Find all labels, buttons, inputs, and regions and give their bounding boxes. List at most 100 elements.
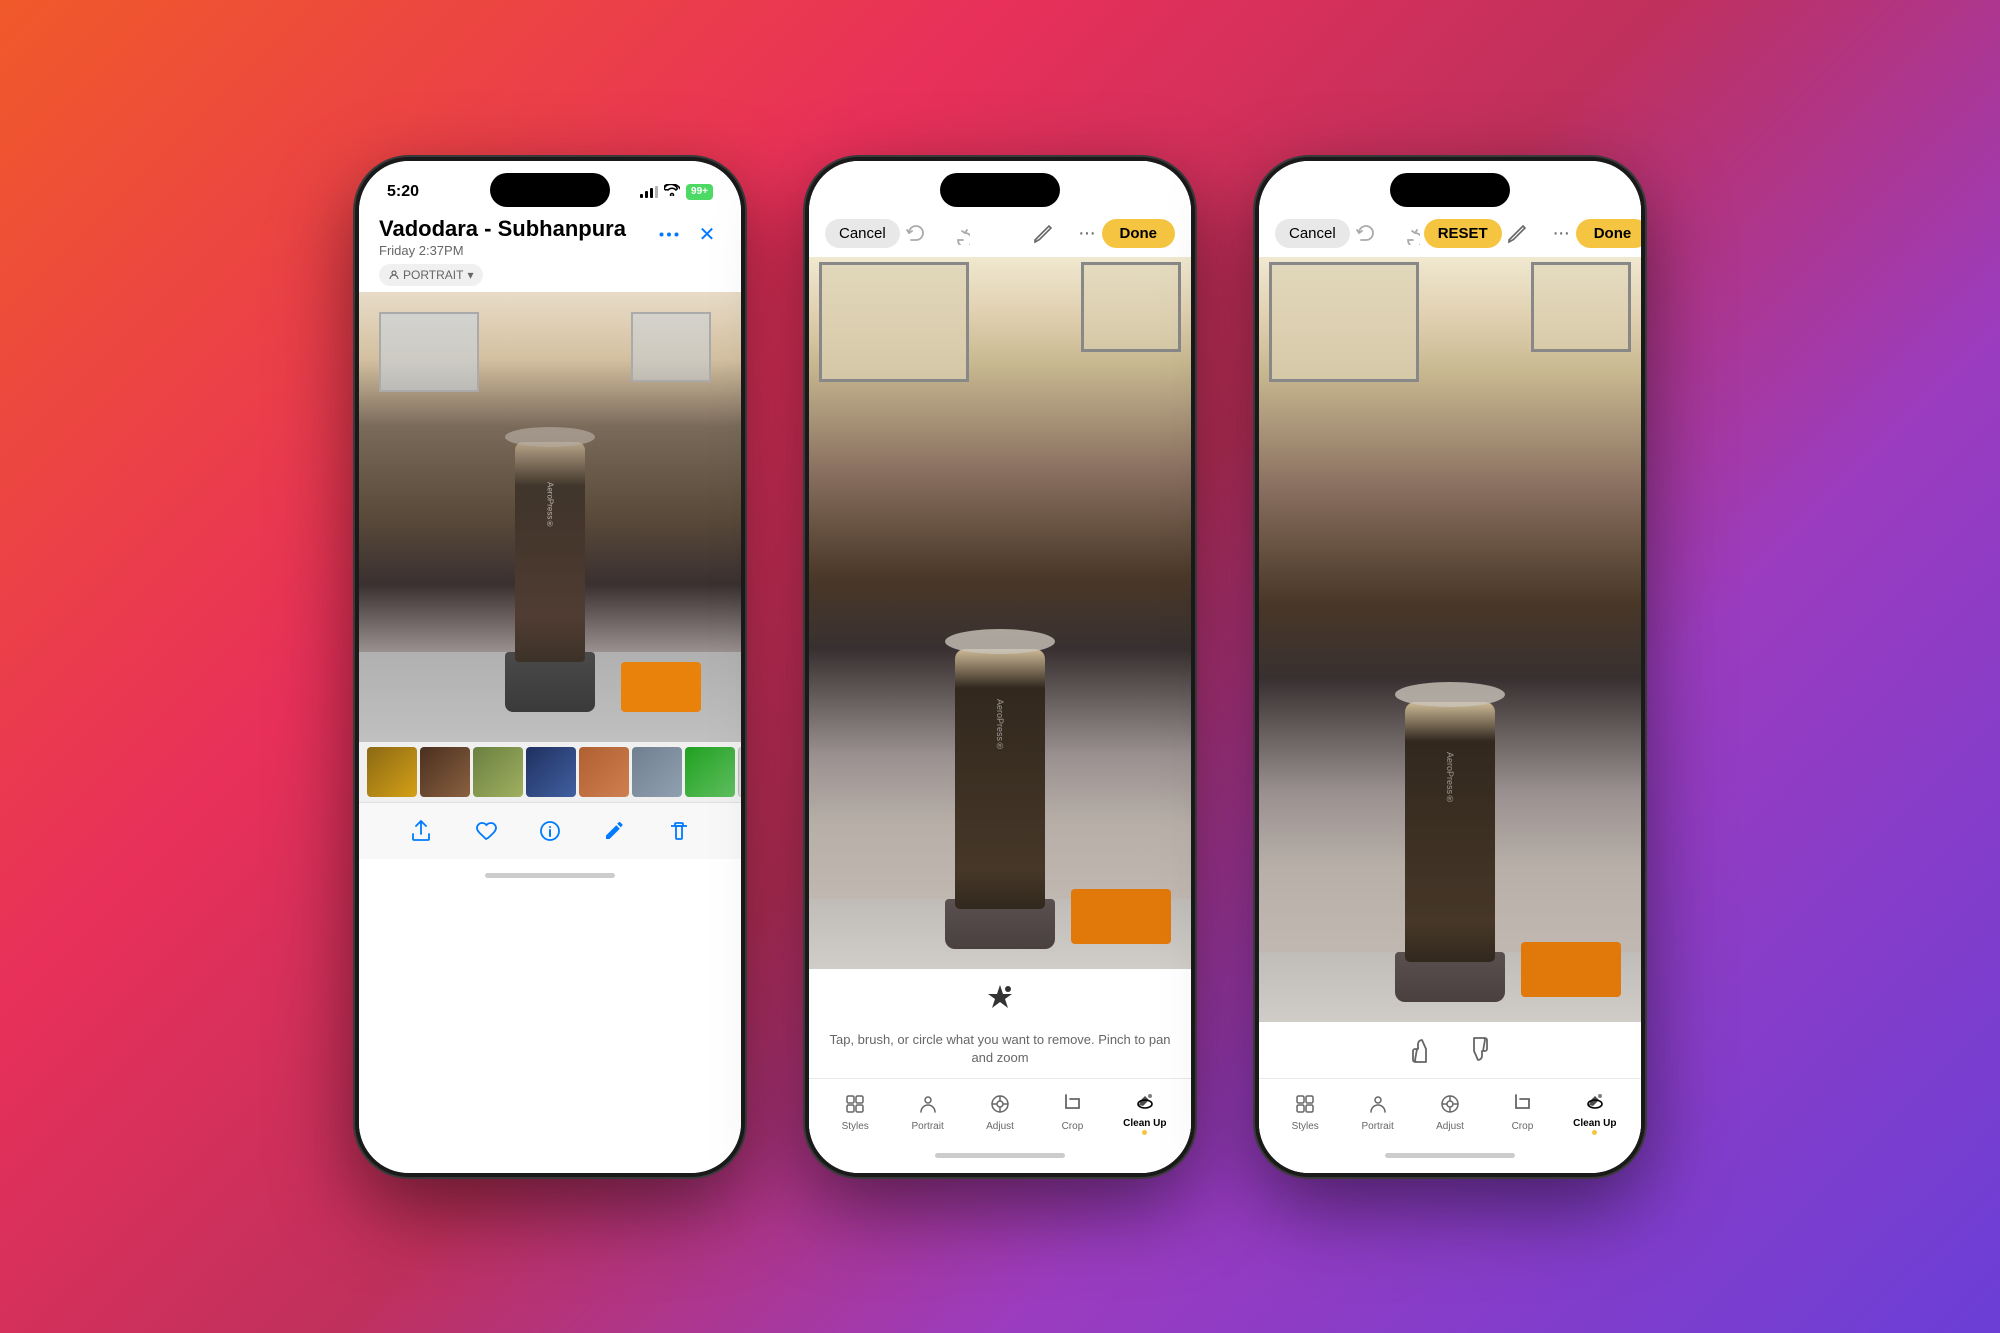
- phone3-screen: Cancel RESET ··· Done: [1259, 161, 1641, 1173]
- orange-tray-1: [621, 662, 701, 712]
- portrait-tool-3[interactable]: Portrait: [1341, 1090, 1413, 1132]
- phone-1: 5:20 99+ Vadodara - Subhanpura: [355, 157, 745, 1177]
- edit-nav-icons-2: [900, 219, 974, 249]
- cleanup-label-2: Clean Up: [1123, 1118, 1166, 1129]
- more-icon-2[interactable]: ···: [1072, 219, 1102, 249]
- done-button-3[interactable]: Done: [1576, 219, 1641, 248]
- redo-icon-3[interactable]: [1394, 219, 1424, 249]
- edit-toolbar-3: Styles Portrait Adjust: [1259, 1078, 1641, 1139]
- magic-eraser-icon: [982, 979, 1018, 1023]
- thumb-6[interactable]: [632, 747, 682, 797]
- window-2-p3: [1531, 262, 1631, 352]
- close-button[interactable]: ✕: [693, 221, 721, 249]
- pen-icon-3[interactable]: [1502, 219, 1532, 249]
- cancel-button-3[interactable]: Cancel: [1275, 219, 1350, 248]
- crop-icon-3: [1508, 1090, 1536, 1118]
- portrait-label: PORTRAIT: [403, 268, 463, 282]
- cleanup-tool-2[interactable]: Clean Up: [1109, 1087, 1181, 1135]
- thumb-8[interactable]: [738, 747, 741, 797]
- portrait-tool-2[interactable]: Portrait: [891, 1090, 963, 1132]
- thumbs-area: [1259, 1022, 1641, 1078]
- phone-2: Cancel ··· Done: [805, 157, 1195, 1177]
- crop-tool-3[interactable]: Crop: [1486, 1090, 1558, 1132]
- crop-icon-2: [1058, 1090, 1086, 1118]
- aero-body-p3: AeroPress®: [1405, 702, 1495, 962]
- share-button[interactable]: [403, 813, 439, 849]
- adjust-label-3: Adjust: [1436, 1121, 1464, 1132]
- more-button[interactable]: [655, 221, 683, 249]
- tray-p3: [1521, 942, 1621, 997]
- crop-label-3: Crop: [1512, 1121, 1534, 1132]
- portrait-label-2: Portrait: [911, 1121, 943, 1132]
- portrait-badge[interactable]: PORTRAIT ▾: [379, 264, 483, 286]
- photo-toolbar: [359, 802, 741, 859]
- thumb-4[interactable]: [526, 747, 576, 797]
- window-1-p2: [819, 262, 969, 382]
- phone-3: Cancel RESET ··· Done: [1255, 157, 1645, 1177]
- signal-icon: [640, 186, 658, 198]
- styles-icon-2: [841, 1090, 869, 1118]
- dynamic-island-1: [490, 173, 610, 207]
- battery-icon: 99+: [686, 184, 713, 200]
- status-time-1: 5:20: [387, 183, 419, 201]
- info-button[interactable]: [532, 813, 568, 849]
- edit-right-icons-3: ···: [1502, 219, 1576, 249]
- edit-right-icons-2: ···: [1028, 219, 1102, 249]
- dynamic-island-3: [1390, 173, 1510, 207]
- edit-toolbar-2: Styles Portrait Adjust: [809, 1078, 1191, 1139]
- undo-icon-2[interactable]: [900, 219, 930, 249]
- cancel-button-2[interactable]: Cancel: [825, 219, 900, 248]
- home-indicator-1: [359, 859, 741, 893]
- more-icon-3[interactable]: ···: [1546, 219, 1576, 249]
- edit-photo-2: AeroPress®: [809, 257, 1191, 970]
- active-indicator-2: [1142, 1130, 1147, 1135]
- favorite-button[interactable]: [468, 813, 504, 849]
- cleanup-hint-text: Tap, brush, or circle what you want to r…: [819, 1031, 1181, 1067]
- cleanup-tool-3[interactable]: Clean Up: [1559, 1087, 1631, 1135]
- wifi-icon: [664, 184, 680, 199]
- cleanup-label-3: Clean Up: [1573, 1118, 1616, 1129]
- coffee-photo-3: AeroPress®: [1259, 257, 1641, 1022]
- header-actions: ✕: [655, 217, 721, 249]
- edit-photo-3: AeroPress®: [1259, 257, 1641, 1022]
- trash-button[interactable]: [661, 813, 697, 849]
- portrait-icon-2: [914, 1090, 942, 1118]
- portrait-icon-3: [1364, 1090, 1392, 1118]
- thumb-1[interactable]: [367, 747, 417, 797]
- adjust-label-2: Adjust: [986, 1121, 1014, 1132]
- aero-body-p2: AeroPress®: [955, 649, 1045, 909]
- window-2-p2: [1081, 262, 1181, 352]
- crop-tool-2[interactable]: Crop: [1036, 1090, 1108, 1132]
- dynamic-island-2: [940, 173, 1060, 207]
- cleanup-icon-3: [1581, 1087, 1609, 1115]
- portrait-label-3: Portrait: [1361, 1121, 1393, 1132]
- photo-header: Vadodara - Subhanpura Friday 2:37PM ✕: [359, 213, 741, 264]
- reset-button-3[interactable]: RESET: [1424, 219, 1502, 248]
- thumb-3[interactable]: [473, 747, 523, 797]
- pen-icon-2[interactable]: [1028, 219, 1058, 249]
- aeropress-top-1: [505, 427, 595, 447]
- cleanup-icon-2: [1131, 1087, 1159, 1115]
- adjust-icon-3: [1436, 1090, 1464, 1118]
- window-decoration-1: [379, 312, 479, 392]
- aero-top-p2: [945, 629, 1055, 654]
- thumbs-up-button[interactable]: [1410, 1036, 1438, 1070]
- styles-tool-2[interactable]: Styles: [819, 1090, 891, 1132]
- thumbs-down-button[interactable]: [1462, 1036, 1490, 1070]
- thumb-2[interactable]: [420, 747, 470, 797]
- thumb-5[interactable]: [579, 747, 629, 797]
- thumb-7[interactable]: [685, 747, 735, 797]
- tray-p2: [1071, 889, 1171, 944]
- edit-button[interactable]: [596, 813, 632, 849]
- photo-subtitle: Friday 2:37PM: [379, 243, 626, 258]
- phone1-screen: 5:20 99+ Vadodara - Subhanpura: [359, 161, 741, 1173]
- redo-icon-2[interactable]: [944, 219, 974, 249]
- cleanup-hint: Tap, brush, or circle what you want to r…: [809, 969, 1191, 1077]
- undo-icon-3[interactable]: [1350, 219, 1380, 249]
- home-indicator-3: [1259, 1139, 1641, 1173]
- photo-title: Vadodara - Subhanpura: [379, 217, 626, 241]
- done-button-2[interactable]: Done: [1102, 219, 1176, 248]
- adjust-tool-2[interactable]: Adjust: [964, 1090, 1036, 1132]
- styles-tool-3[interactable]: Styles: [1269, 1090, 1341, 1132]
- adjust-tool-3[interactable]: Adjust: [1414, 1090, 1486, 1132]
